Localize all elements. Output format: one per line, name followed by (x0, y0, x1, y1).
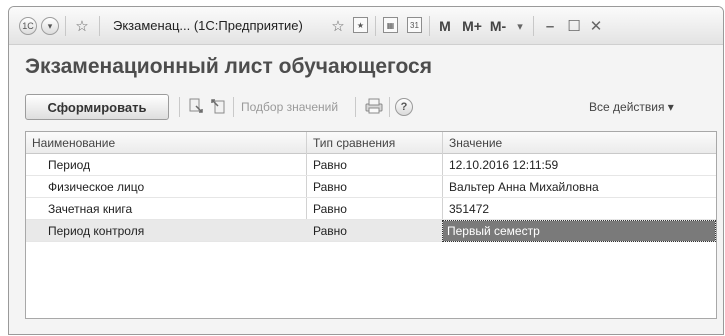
all-actions-menu[interactable]: Все действия ▾ (589, 100, 674, 114)
row-comparison: Равно (313, 202, 347, 216)
toolbar-separator (355, 97, 356, 117)
titlebar-separator (99, 16, 100, 36)
titlebar-separator (375, 16, 376, 36)
add-to-favorites-icon[interactable]: ☆ (329, 17, 347, 35)
maximize-icon[interactable]: ☐ (565, 17, 583, 35)
form-title: Экзаменационный лист обучающегося (25, 55, 432, 78)
row-name: Период контроля (48, 224, 145, 238)
window-title: Экзаменац... (1С:Предприятие) (113, 18, 303, 33)
app-logo-icon[interactable]: 1C (19, 17, 37, 35)
titlebar-separator (65, 16, 66, 36)
row-comparison: Равно (313, 158, 347, 172)
bookmark-icon[interactable]: ★ (353, 17, 368, 33)
row-comparison: Равно (313, 224, 347, 238)
titlebar-separator (533, 16, 534, 36)
select-values-button[interactable]: Подбор значений (241, 100, 338, 114)
column-header-name[interactable]: Наименование (32, 136, 115, 150)
system-menu-icon[interactable]: ▾ (41, 17, 59, 35)
column-header-value[interactable]: Значение (449, 136, 502, 150)
row-name: Зачетная книга (48, 202, 133, 216)
print-icon[interactable] (365, 97, 383, 115)
column-header-comparison[interactable]: Тип сравнения (313, 136, 395, 150)
title-bar: 1C ▾ ☆ Экзаменац... (1С:Предприятие) ☆ ★… (9, 7, 723, 45)
titlebar-separator (429, 16, 430, 36)
table-row-selected[interactable]: Период контроля Равно Первый семестр (26, 220, 716, 242)
help-button[interactable]: ? (395, 98, 413, 116)
favorite-star-icon[interactable]: ☆ (73, 17, 91, 35)
memory-minus-button[interactable]: M- (487, 17, 509, 35)
memory-plus-button[interactable]: M+ (459, 17, 485, 35)
row-name: Физическое лицо (48, 180, 145, 194)
table-row[interactable]: Период Равно 12.10.2016 12:11:59 (26, 154, 716, 176)
table-row[interactable]: Физическое лицо Равно Вальтер Анна Михай… (26, 176, 716, 198)
calendar-icon[interactable]: 31 (407, 17, 422, 33)
row-value: Вальтер Анна Михайловна (449, 180, 599, 194)
calculator-icon[interactable]: ▦ (383, 17, 398, 33)
row-value: 351472 (449, 202, 490, 216)
table-header: Наименование Тип сравнения Значение (26, 132, 716, 154)
parameters-table: Наименование Тип сравнения Значение Пери… (25, 131, 717, 319)
row-value: 12.10.2016 12:11:59 (449, 158, 559, 172)
row-value-editing[interactable]: Первый семестр (442, 220, 716, 242)
toolbar-separator (233, 97, 234, 117)
close-icon[interactable]: ✕ (587, 17, 605, 35)
dropdown-arrow-icon[interactable]: ▾ (513, 17, 527, 35)
app-window: 1C ▾ ☆ Экзаменац... (1С:Предприятие) ☆ ★… (8, 6, 724, 335)
fill-up-icon[interactable] (209, 97, 227, 115)
toolbar-separator (179, 97, 180, 117)
table-row[interactable]: Зачетная книга Равно 351472 (26, 198, 716, 220)
fill-down-icon[interactable] (187, 97, 205, 115)
row-name: Период (48, 158, 91, 172)
toolbar-separator (389, 97, 390, 117)
minimize-icon[interactable]: – (541, 17, 559, 35)
memory-m-button[interactable]: M (437, 17, 453, 35)
generate-button[interactable]: Сформировать (25, 94, 169, 120)
row-comparison: Равно (313, 180, 347, 194)
